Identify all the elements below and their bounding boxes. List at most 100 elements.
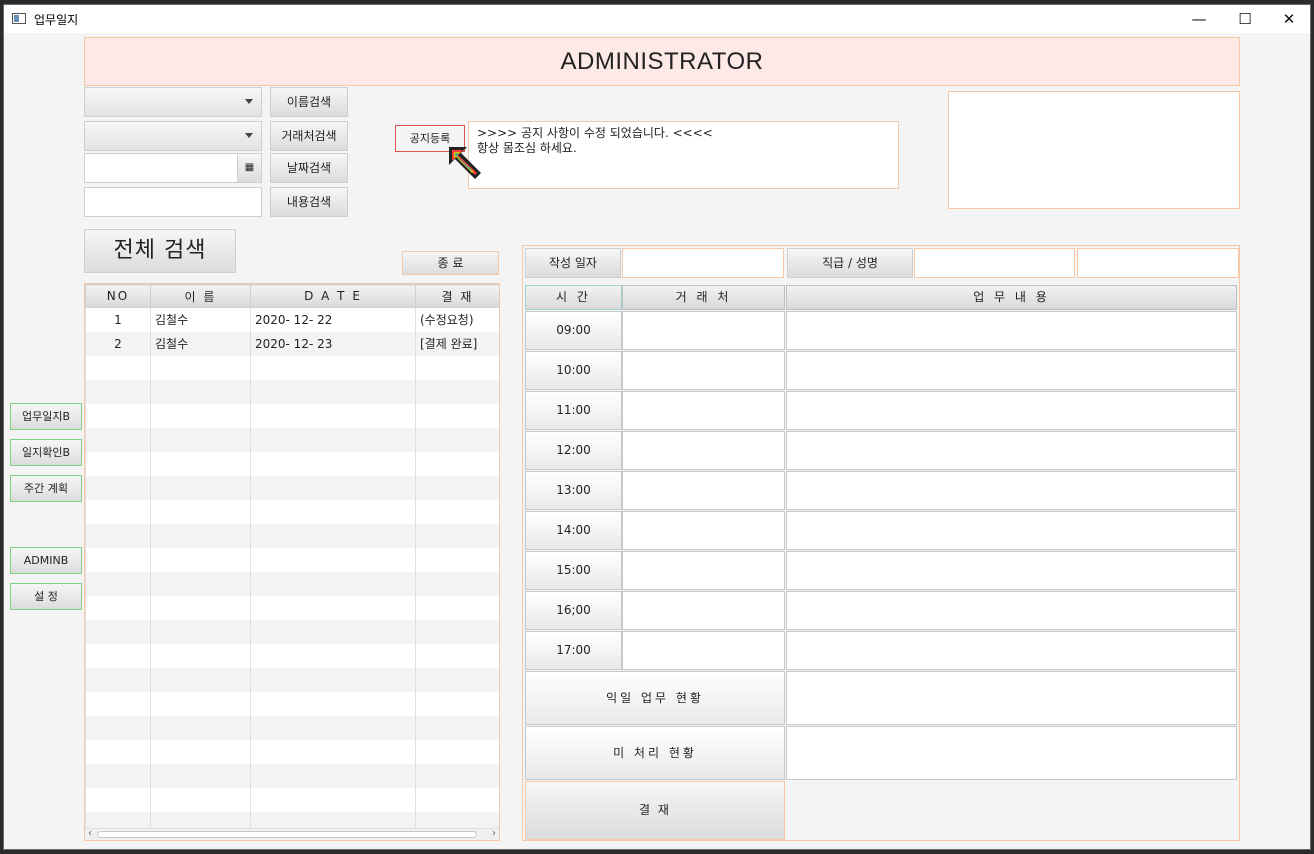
time-slot-1400: 14:00: [525, 511, 622, 550]
content-cell[interactable]: [786, 431, 1237, 470]
empty-row: [85, 691, 499, 716]
row-status: (수정요청): [415, 307, 499, 332]
notice-textarea[interactable]: >>>> 공지 사항이 수정 되었습니다. <<<< 항상 몸조심 하세요.: [468, 121, 899, 189]
time-slot-1700: 17:00: [525, 631, 622, 670]
content-cell[interactable]: [786, 311, 1237, 350]
name-combo[interactable]: [84, 87, 262, 117]
client-cell[interactable]: [622, 391, 785, 430]
work-log-form: 작성 일자 직급 / 성명 시 간 거 래 처 업 무 내 용 09:00 10…: [522, 245, 1240, 841]
sidebar-item-weekly-plan[interactable]: 주간 계획: [10, 475, 82, 502]
table-row[interactable]: 2 김철수 2020- 12- 23 [결제 완료]: [85, 331, 499, 356]
approve-button[interactable]: 결 재: [525, 781, 785, 840]
empty-row: [85, 715, 499, 740]
maximize-button[interactable]: ☐: [1222, 5, 1268, 33]
row-name: 김철수: [150, 331, 251, 356]
empty-row: [85, 451, 499, 476]
client-cell[interactable]: [622, 551, 785, 590]
column-header-name[interactable]: 이 름: [150, 284, 251, 308]
time-slot-1500: 15:00: [525, 551, 622, 590]
sidebar-item-work-log[interactable]: 업무일지B: [10, 403, 82, 430]
content-cell[interactable]: [786, 351, 1237, 390]
client-cell[interactable]: [622, 591, 785, 630]
photo-box: [948, 91, 1240, 209]
chevron-down-icon: [245, 99, 253, 104]
row-no: 1: [85, 307, 151, 332]
client-cell[interactable]: [622, 511, 785, 550]
column-header-content: 업 무 내 용: [786, 285, 1237, 310]
content-input[interactable]: [84, 187, 262, 217]
next-day-status-label: 익일 업무 현황: [525, 671, 785, 725]
scroll-right-icon[interactable]: ›: [492, 828, 496, 839]
client-cell[interactable]: [622, 631, 785, 670]
row-status: [결제 완료]: [415, 331, 499, 356]
time-slot-1300: 13:00: [525, 471, 622, 510]
log-list: NO 이 름 D A T E 결 재 1 김철수 2020- 12- 22 (수…: [85, 284, 499, 836]
content-search-button[interactable]: 내용검색: [270, 187, 348, 217]
content-cell[interactable]: [786, 591, 1237, 630]
time-slot-0900: 09:00: [525, 311, 622, 350]
client-cell[interactable]: [622, 311, 785, 350]
column-header-date[interactable]: D A T E: [250, 284, 416, 308]
row-date: 2020- 12- 23: [250, 331, 416, 356]
empty-row: [85, 739, 499, 764]
empty-row: [85, 547, 499, 572]
empty-row: [85, 595, 499, 620]
client-cell[interactable]: [622, 431, 785, 470]
exit-button[interactable]: 종 료: [402, 251, 499, 275]
rainbow-cursor-icon: [449, 147, 481, 179]
client-cell[interactable]: [622, 351, 785, 390]
content-cell[interactable]: [786, 551, 1237, 590]
client-combo[interactable]: [84, 121, 262, 151]
empty-row: [85, 571, 499, 596]
empty-row: [85, 787, 499, 812]
sidebar-item-admin[interactable]: ADMINB: [10, 547, 82, 574]
empty-row: [85, 523, 499, 548]
page-title: ADMINISTRATOR: [84, 37, 1240, 86]
app-window: 업무일지 — ☐ ✕ ADMINISTRATOR 이름검색 거래처검색 ▦ 날짜…: [3, 4, 1311, 850]
empty-row: [85, 379, 499, 404]
all-search-button[interactable]: 전체 검색: [84, 229, 236, 273]
time-slot-1200: 12:00: [525, 431, 622, 470]
date-input[interactable]: [84, 153, 238, 183]
calendar-icon[interactable]: ▦: [237, 153, 262, 183]
content-cell[interactable]: [786, 471, 1237, 510]
client-search-button[interactable]: 거래처검색: [270, 121, 348, 151]
row-date: 2020- 12- 22: [250, 307, 416, 332]
date-field[interactable]: [622, 248, 784, 278]
horizontal-scrollbar[interactable]: ‹ ›: [85, 828, 499, 840]
content-cell[interactable]: [786, 391, 1237, 430]
client-cell[interactable]: [622, 471, 785, 510]
empty-row: [85, 619, 499, 644]
column-header-no[interactable]: NO: [85, 284, 151, 308]
row-name: 김철수: [150, 307, 251, 332]
empty-row: [85, 763, 499, 788]
content-cell[interactable]: [786, 631, 1237, 670]
table-row[interactable]: 1 김철수 2020- 12- 22 (수정요청): [85, 307, 499, 332]
scroll-left-icon[interactable]: ‹: [88, 828, 92, 839]
scrollbar-thumb[interactable]: [97, 831, 477, 838]
next-day-status-field[interactable]: [786, 671, 1237, 725]
date-search-button[interactable]: 날짜검색: [270, 153, 348, 183]
chevron-down-icon: [245, 133, 253, 138]
window-title: 업무일지: [34, 13, 79, 27]
content-cell[interactable]: [786, 511, 1237, 550]
column-header-status[interactable]: 결 재: [415, 284, 499, 308]
name-field[interactable]: [1077, 248, 1239, 278]
date-label: 작성 일자: [525, 248, 621, 278]
pending-status-field[interactable]: [786, 726, 1237, 780]
sidebar-item-log-check[interactable]: 일지확인B: [10, 439, 82, 466]
empty-row: [85, 355, 499, 380]
rank-name-label: 직급 / 성명: [787, 248, 913, 278]
notice-line-2: 항상 몸조심 하세요.: [477, 141, 577, 155]
sidebar-item-settings[interactable]: 설 정: [10, 583, 82, 610]
minimize-button[interactable]: —: [1176, 5, 1222, 33]
rank-field[interactable]: [914, 248, 1075, 278]
title-bar: 업무일지 — ☐ ✕: [4, 5, 1310, 33]
name-search-button[interactable]: 이름검색: [270, 87, 348, 117]
app-icon: [12, 13, 26, 24]
close-button[interactable]: ✕: [1266, 5, 1312, 33]
column-header-time: 시 간: [525, 285, 622, 310]
empty-row: [85, 427, 499, 452]
time-slot-1100: 11:00: [525, 391, 622, 430]
empty-row: [85, 667, 499, 692]
